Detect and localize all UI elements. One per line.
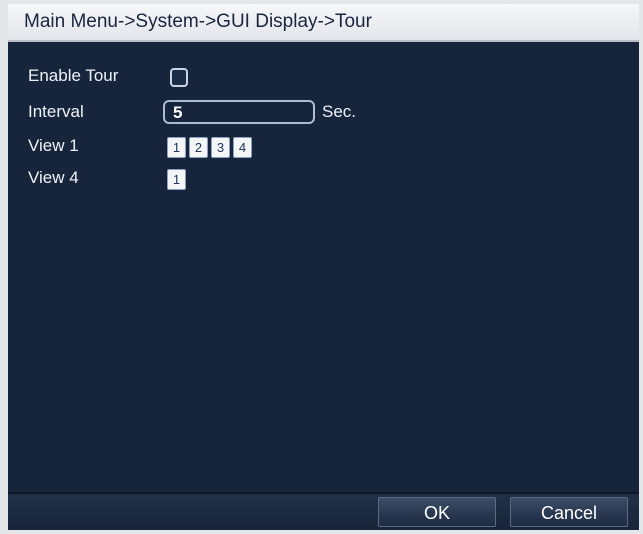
interval-label: Interval [28,102,84,121]
view4-options: 1 [167,169,186,190]
breadcrumb-title: Main Menu->System->GUI Display->Tour [24,11,372,32]
view1-option-3[interactable]: 3 [211,137,230,158]
view1-option-4[interactable]: 4 [233,137,252,158]
settings-panel: Enable Tour Interval 5 Sec. View 1 1 2 3… [8,42,639,494]
ok-button[interactable]: OK [378,497,496,527]
view1-option-1[interactable]: 1 [167,137,186,158]
view1-options: 1 2 3 4 [167,137,252,158]
cancel-button[interactable]: Cancel [510,497,628,527]
view1-label: View 1 [28,136,79,155]
title-bar: Main Menu->System->GUI Display->Tour [8,4,639,42]
enable-tour-checkbox[interactable] [170,68,188,87]
view4-option-1[interactable]: 1 [167,169,186,190]
interval-unit-label: Sec. [322,102,357,121]
view1-option-2[interactable]: 2 [189,137,208,158]
interval-input[interactable]: 5 [163,100,315,124]
enable-tour-label: Enable Tour [28,66,119,85]
button-bar: OK Cancel [8,494,639,530]
view4-label: View 4 [28,168,79,187]
tour-settings-window: Main Menu->System->GUI Display->Tour Ena… [0,0,643,534]
